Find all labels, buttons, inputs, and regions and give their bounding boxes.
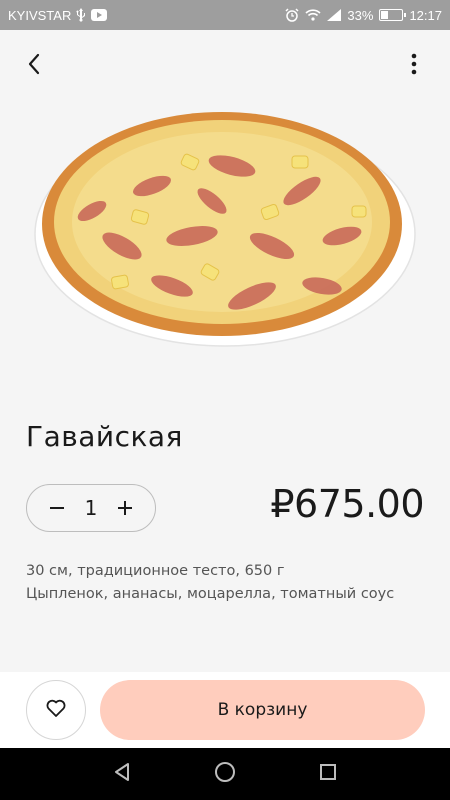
battery-icon — [379, 9, 407, 21]
wifi-icon — [305, 9, 321, 21]
description-ingredients-line: Цыпленок, ананасы, моцарелла, томатный с… — [26, 586, 395, 602]
product-title: Гавайская — [26, 420, 183, 453]
back-button[interactable] — [18, 50, 50, 82]
more-options-button[interactable] — [398, 50, 430, 82]
status-bar: KYIVSTAR 33% 12:17 — [0, 0, 450, 30]
status-time: 12:17 — [409, 7, 442, 23]
add-to-cart-button[interactable]: В корзину — [100, 680, 425, 740]
square-recent-icon — [319, 763, 337, 785]
usb-icon — [76, 8, 86, 22]
favorite-button[interactable] — [26, 680, 86, 740]
triangle-back-icon — [112, 762, 132, 786]
bottom-action-bar: В корзину — [0, 672, 450, 748]
description-size-line: 30 см, традиционное тесто, 650 г — [26, 563, 285, 579]
product-image — [32, 96, 418, 352]
minus-icon — [50, 507, 64, 509]
nav-home-button[interactable] — [205, 754, 245, 794]
decrease-quantity-button[interactable] — [45, 495, 69, 521]
product-description: 30 см, традиционное тесто, 650 г Цыплено… — [26, 560, 426, 606]
youtube-icon — [91, 9, 108, 21]
quantity-stepper: 1 — [26, 484, 156, 532]
heart-icon — [46, 699, 66, 721]
battery-percent: 33% — [347, 7, 374, 23]
status-right: 33% 12:17 — [285, 8, 442, 23]
signal-icon — [327, 9, 342, 21]
system-navigation-bar — [0, 748, 450, 800]
product-screen: Гавайская 1 ₽675.00 30 см, традиционное … — [0, 30, 450, 748]
carrier-name: KYIVSTAR — [8, 7, 72, 23]
plus-icon — [117, 501, 132, 515]
back-arrow-icon — [27, 53, 41, 79]
more-vertical-icon — [411, 53, 417, 79]
product-price: ₽675.00 — [270, 482, 424, 526]
battery-fill — [381, 11, 388, 19]
status-left: KYIVSTAR — [8, 7, 108, 23]
alarm-icon — [285, 8, 299, 22]
nav-back-button[interactable] — [102, 754, 142, 794]
increase-quantity-button[interactable] — [113, 495, 137, 521]
circle-home-icon — [214, 761, 236, 787]
quantity-value: 1 — [84, 496, 98, 520]
nav-recent-button[interactable] — [308, 754, 348, 794]
